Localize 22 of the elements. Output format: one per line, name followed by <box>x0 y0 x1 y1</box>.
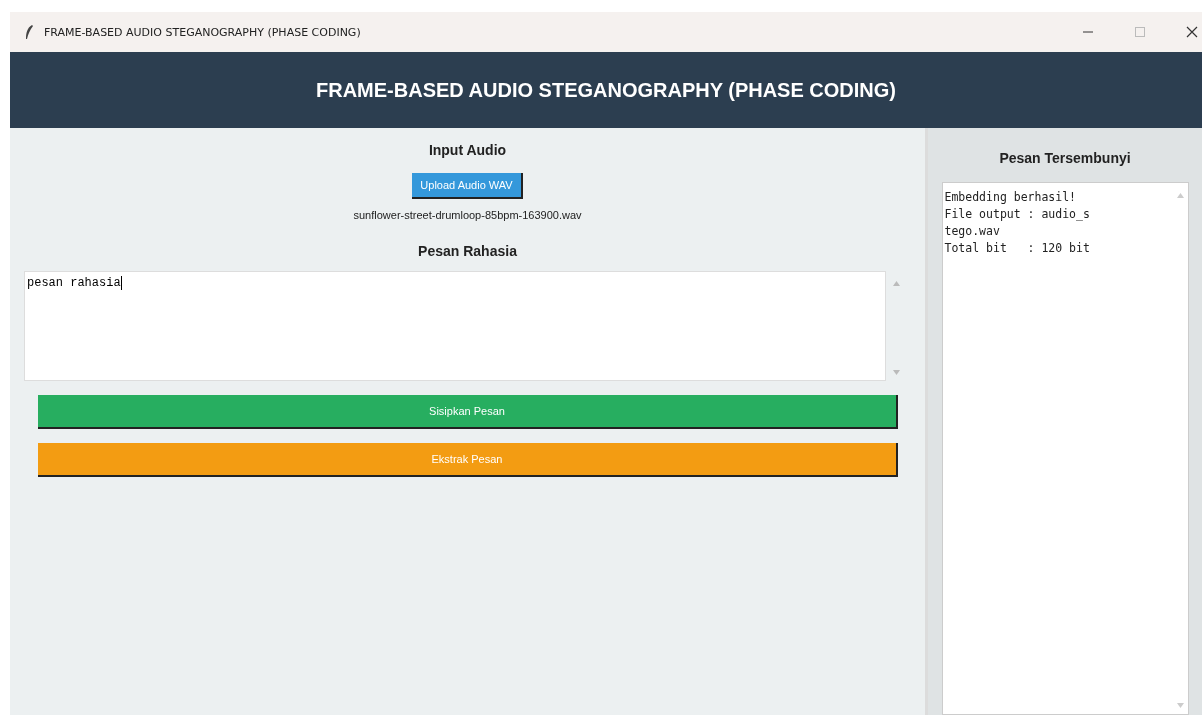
scroll-down-icon[interactable] <box>1177 703 1184 708</box>
section-heading: Pesan Tersembunyi <box>999 150 1131 166</box>
section-heading: Input Audio <box>428 142 507 158</box>
maximize-icon[interactable] <box>1134 26 1146 38</box>
section-heading: Pesan Rahasia <box>418 243 517 259</box>
output-line: Embedding berhasil! <box>944 189 1078 206</box>
close-icon[interactable] <box>1186 26 1198 38</box>
scroll-up-icon[interactable] <box>892 281 900 286</box>
action-button[interactable]: Sisipkan Pesan <box>38 395 898 429</box>
action-button[interactable]: Ekstrak Pesan <box>38 443 898 477</box>
output-line: tego.wav <box>944 223 1001 240</box>
file-name: sunflower-street-drumloop-85bpm-163900.wav <box>353 209 582 221</box>
feather-icon <box>24 24 34 40</box>
scroll-down-icon[interactable] <box>892 370 900 375</box>
upload-button[interactable]: Upload Audio WAV <box>412 173 523 199</box>
output-line: File output : audio_s <box>944 206 1091 223</box>
message-text: pesan rahasia <box>27 276 121 291</box>
scroll-up-icon[interactable] <box>1177 193 1184 198</box>
output-line: Total bit : 120 bit <box>944 240 1091 257</box>
window-title: FRAME-BASED AUDIO STEGANOGRAPHY (PHASE CODING) <box>44 25 361 39</box>
message-field[interactable]: pesan rahasia <box>24 271 886 381</box>
header-title: FRAME-BASED AUDIO STEGANOGRAPHY (PHASE CODING) <box>316 78 896 102</box>
